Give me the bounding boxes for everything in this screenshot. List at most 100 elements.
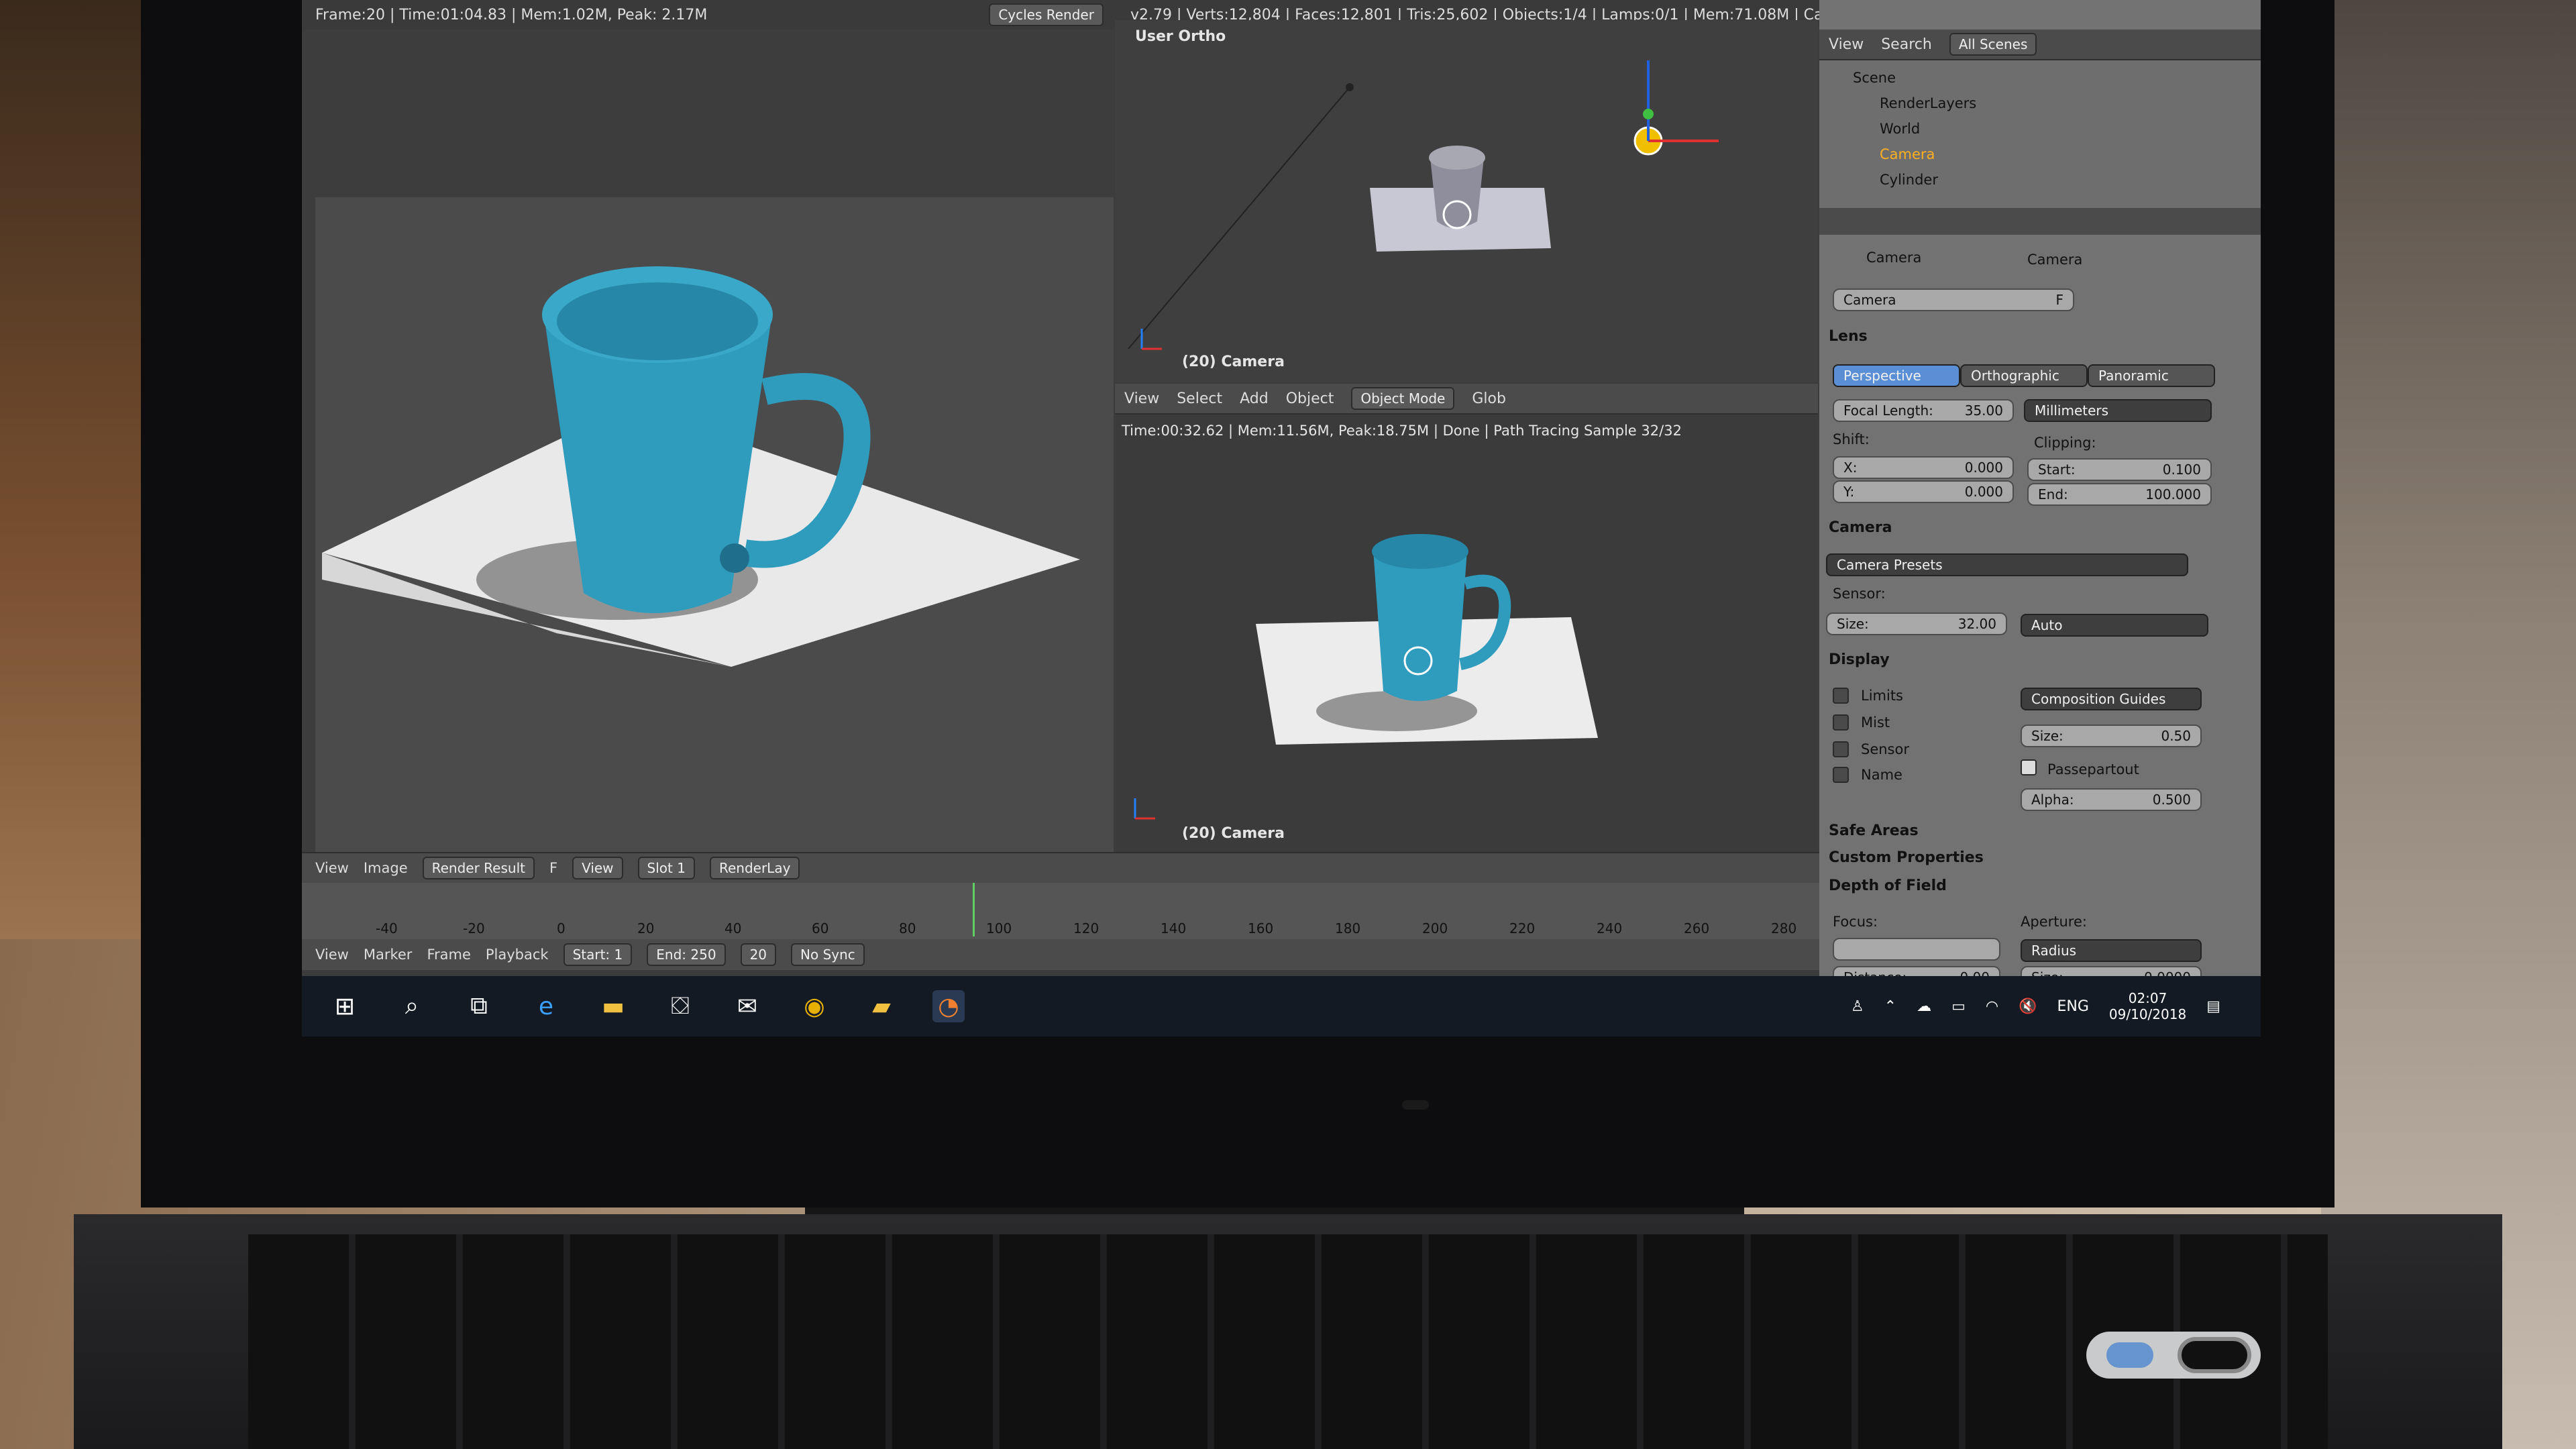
- notifications-icon[interactable]: ▤: [2206, 998, 2220, 1015]
- rendered-scene: [1134, 534, 1598, 820]
- sensor-size-field[interactable]: Size: 32.00: [1826, 612, 2007, 635]
- global-dropdown[interactable]: Glob: [1472, 390, 1506, 407]
- camera-datablock-field[interactable]: Camera F: [1833, 288, 2074, 311]
- 3d-viewport-rendered[interactable]: Time:00:32.62 | Mem:11.56M, Peak:18.75M …: [1115, 416, 1818, 852]
- battery-icon[interactable]: ▭: [1951, 998, 1966, 1015]
- aperture-type-dropdown[interactable]: Radius: [2021, 939, 2202, 962]
- sensor-fit-dropdown[interactable]: Auto: [2021, 614, 2208, 637]
- safe-areas-section[interactable]: Safe Areas: [1819, 820, 1928, 842]
- start-frame-field[interactable]: Start: 1: [563, 943, 633, 966]
- limits-checkbox[interactable]: [1833, 688, 1849, 704]
- limits-label: Limits: [1861, 688, 1903, 704]
- wifi-icon[interactable]: ◠: [1986, 998, 1998, 1015]
- composition-guides-dropdown[interactable]: Composition Guides: [2021, 688, 2202, 710]
- alpha-field[interactable]: Alpha: 0.500: [2021, 788, 2202, 811]
- focal-length-field[interactable]: Focal Length: 35.00: [1833, 399, 2014, 422]
- lens-section[interactable]: Lens: [1819, 325, 1877, 347]
- frame-menu[interactable]: Frame: [427, 947, 470, 963]
- windows-start-icon[interactable]: ⊞: [329, 990, 361, 1022]
- depth-of-field-section[interactable]: Depth of Field: [1819, 875, 1956, 897]
- outliner-item[interactable]: Cylinder: [1880, 172, 1938, 188]
- properties-tabs[interactable]: [1819, 208, 2261, 235]
- shift-x-field[interactable]: X: 0.000: [1833, 456, 2014, 479]
- search-icon[interactable]: ⌕: [396, 990, 428, 1022]
- blender-icon[interactable]: ◔: [932, 990, 965, 1022]
- properties-panel: View Search All Scenes Scene RenderLayer…: [1819, 0, 2261, 1006]
- shift-y-field[interactable]: Y: 0.000: [1833, 480, 2014, 503]
- end-frame-field[interactable]: End: 250: [647, 943, 726, 966]
- mist-checkbox[interactable]: [1833, 714, 1849, 731]
- mail-icon[interactable]: ✉: [731, 990, 763, 1022]
- current-frame-field[interactable]: 20: [740, 943, 777, 966]
- camera-section[interactable]: Camera: [1819, 517, 1902, 539]
- sensor-ring: [2178, 1337, 2251, 1373]
- outliner: Scene RenderLayers World Camera Cylinder: [1819, 60, 2261, 208]
- slot-dropdown[interactable]: Slot 1: [637, 857, 695, 879]
- name-checkbox[interactable]: [1833, 767, 1849, 783]
- render-result-view[interactable]: [302, 30, 1114, 855]
- store-icon[interactable]: ⛋: [664, 990, 696, 1022]
- image-editor-header: View Image Render Result F View Slot 1 R…: [302, 852, 1819, 883]
- outliner-header: View Search All Scenes: [1819, 30, 2261, 60]
- cloud-icon[interactable]: ☁: [1917, 998, 1931, 1015]
- image-menu[interactable]: Image: [364, 860, 408, 876]
- sensor-label: Sensor:: [1833, 586, 1886, 602]
- clip-end-field[interactable]: End: 100.000: [2027, 483, 2212, 506]
- panoramic-button[interactable]: Panoramic: [2088, 364, 2215, 387]
- 3d-viewport-top[interactable]: User Ortho (20) Camera: [1115, 20, 1818, 382]
- object-mode-dropdown[interactable]: Object Mode: [1351, 387, 1455, 410]
- object-menu[interactable]: Object: [1286, 390, 1334, 407]
- playback-menu[interactable]: Playback: [486, 947, 549, 963]
- task-view-icon[interactable]: ⧉: [463, 990, 495, 1022]
- sync-dropdown[interactable]: No Sync: [791, 943, 865, 966]
- viewport-header: View Select Add Object Object Mode Glob: [1115, 384, 1818, 415]
- clock[interactable]: 02:07 09/10/2018: [2109, 990, 2186, 1022]
- aperture-label: Aperture:: [2021, 914, 2087, 930]
- keyboard: [248, 1234, 2328, 1449]
- view-dropdown[interactable]: View: [572, 857, 623, 879]
- chrome-icon[interactable]: ◉: [798, 990, 830, 1022]
- outliner-item[interactable]: Camera: [1880, 146, 1935, 162]
- webcam: [1402, 1100, 1429, 1110]
- view-menu[interactable]: View: [1124, 390, 1159, 407]
- file-explorer-icon[interactable]: ▬: [597, 990, 629, 1022]
- fingerprint-icon: [2106, 1342, 2153, 1368]
- outliner-view-menu[interactable]: View: [1829, 36, 1864, 53]
- lens-units-dropdown[interactable]: Millimeters: [2024, 399, 2212, 422]
- outliner-item[interactable]: Scene: [1853, 70, 1896, 86]
- volume-icon[interactable]: 🔇: [2019, 998, 2037, 1015]
- select-menu[interactable]: Select: [1177, 390, 1222, 407]
- passepartout-checkbox[interactable]: [2021, 759, 2037, 775]
- display-size-field[interactable]: Size: 0.50: [2021, 724, 2202, 747]
- image-view-menu[interactable]: View: [315, 860, 349, 876]
- people-icon[interactable]: ♙: [1851, 998, 1864, 1015]
- passepartout-label: Passepartout: [2047, 761, 2139, 777]
- add-menu[interactable]: Add: [1240, 390, 1269, 407]
- timeline-view-menu[interactable]: View: [315, 947, 349, 963]
- display-section[interactable]: Display: [1819, 649, 1899, 671]
- marker-menu[interactable]: Marker: [364, 947, 413, 963]
- focus-object-field[interactable]: [1833, 938, 2000, 961]
- tray-chevron-icon[interactable]: ⌃: [1884, 998, 1896, 1015]
- camera-presets-dropdown[interactable]: Camera Presets: [1826, 553, 2188, 576]
- viewport-footer: (20) Camera: [1182, 354, 1285, 370]
- image-name-field[interactable]: Render Result: [422, 857, 535, 879]
- edge-icon[interactable]: e: [530, 990, 562, 1022]
- render-engine-dropdown[interactable]: Cycles Render: [989, 3, 1104, 26]
- mist-label: Mist: [1861, 714, 1890, 731]
- scenes-dropdown[interactable]: All Scenes: [1949, 33, 2037, 56]
- clip-start-field[interactable]: Start: 0.100: [2027, 458, 2212, 481]
- render-layer-dropdown[interactable]: RenderLay: [709, 857, 800, 879]
- focus-label: Focus:: [1833, 914, 1878, 930]
- folder-icon[interactable]: ▰: [865, 990, 898, 1022]
- outliner-search-menu[interactable]: Search: [1881, 36, 1932, 53]
- outliner-item[interactable]: RenderLayers: [1880, 95, 1976, 111]
- language-indicator[interactable]: ENG: [2057, 998, 2089, 1015]
- outliner-item[interactable]: World: [1880, 121, 1920, 137]
- fake-user-button[interactable]: F: [549, 860, 557, 876]
- breadcrumb: Camera: [2027, 252, 2083, 268]
- perspective-button[interactable]: Perspective: [1833, 364, 1960, 387]
- sensor-checkbox[interactable]: [1833, 741, 1849, 757]
- orthographic-button[interactable]: Orthographic: [1960, 364, 2088, 387]
- custom-properties-section[interactable]: Custom Properties: [1819, 847, 1993, 869]
